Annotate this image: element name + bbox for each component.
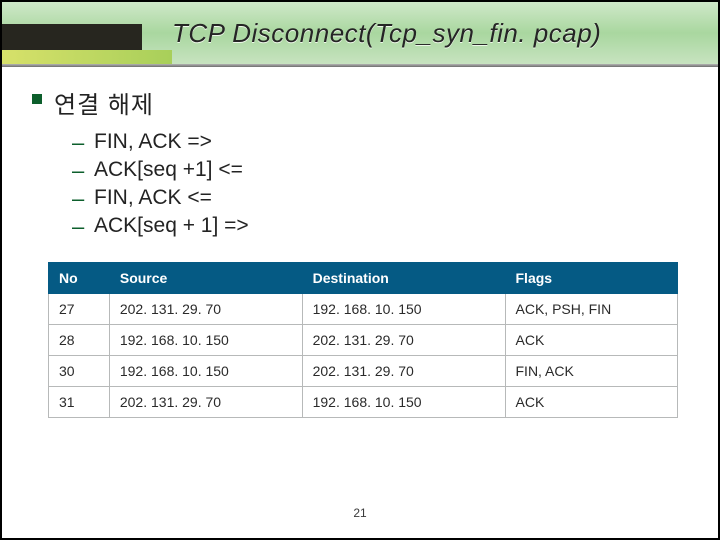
- cell-source: 202. 131. 29. 70: [109, 294, 302, 325]
- table-row: 30 192. 168. 10. 150 202. 131. 29. 70 FI…: [49, 356, 678, 387]
- slide: TCP Disconnect(Tcp_syn_fin. pcap) 연결 해제 …: [0, 0, 720, 540]
- col-header-flags: Flags: [505, 263, 678, 294]
- step-list: – FIN, ACK => – ACK[seq +1] <= – FIN, AC…: [72, 130, 688, 240]
- table-row: 28 192. 168. 10. 150 202. 131. 29. 70 AC…: [49, 325, 678, 356]
- cell-no: 30: [49, 356, 110, 387]
- cell-flags: ACK: [505, 387, 678, 418]
- table-row: 31 202. 131. 29. 70 192. 168. 10. 150 AC…: [49, 387, 678, 418]
- dash-icon: –: [72, 186, 84, 212]
- table-header-row: No Source Destination Flags: [49, 263, 678, 294]
- list-item: – FIN, ACK =>: [72, 130, 688, 156]
- cell-source: 202. 131. 29. 70: [109, 387, 302, 418]
- slide-title: TCP Disconnect(Tcp_syn_fin. pcap): [172, 18, 601, 49]
- col-header-source: Source: [109, 263, 302, 294]
- cell-source: 192. 168. 10. 150: [109, 356, 302, 387]
- col-header-destination: Destination: [302, 263, 505, 294]
- dash-icon: –: [72, 130, 84, 156]
- page-number: 21: [2, 506, 718, 520]
- col-header-no: No: [49, 263, 110, 294]
- dash-icon: –: [72, 214, 84, 240]
- step-text: ACK[seq +1] <=: [94, 158, 243, 182]
- cell-destination: 202. 131. 29. 70: [302, 325, 505, 356]
- cell-source: 192. 168. 10. 150: [109, 325, 302, 356]
- list-item: – FIN, ACK <=: [72, 186, 688, 212]
- cell-destination: 192. 168. 10. 150: [302, 387, 505, 418]
- list-item: – ACK[seq + 1] =>: [72, 214, 688, 240]
- slide-body: 연결 해제 – FIN, ACK => – ACK[seq +1] <= – F…: [2, 67, 718, 418]
- list-item: – ACK[seq +1] <=: [72, 158, 688, 184]
- cell-no: 31: [49, 387, 110, 418]
- step-text: FIN, ACK <=: [94, 186, 212, 210]
- cell-flags: ACK: [505, 325, 678, 356]
- dash-icon: –: [72, 158, 84, 184]
- cell-no: 28: [49, 325, 110, 356]
- cell-no: 27: [49, 294, 110, 325]
- cell-destination: 202. 131. 29. 70: [302, 356, 505, 387]
- title-art: [2, 2, 172, 64]
- section-heading-row: 연결 해제: [32, 85, 688, 120]
- step-text: ACK[seq + 1] =>: [94, 214, 249, 238]
- table-row: 27 202. 131. 29. 70 192. 168. 10. 150 AC…: [49, 294, 678, 325]
- section-title: 연결 해제: [54, 85, 154, 120]
- step-text: FIN, ACK =>: [94, 130, 212, 154]
- packet-table: No Source Destination Flags 27 202. 131.…: [48, 262, 678, 418]
- cell-destination: 192. 168. 10. 150: [302, 294, 505, 325]
- cell-flags: FIN, ACK: [505, 356, 678, 387]
- bullet-icon: [32, 94, 42, 104]
- title-band: TCP Disconnect(Tcp_syn_fin. pcap): [2, 2, 718, 64]
- cell-flags: ACK, PSH, FIN: [505, 294, 678, 325]
